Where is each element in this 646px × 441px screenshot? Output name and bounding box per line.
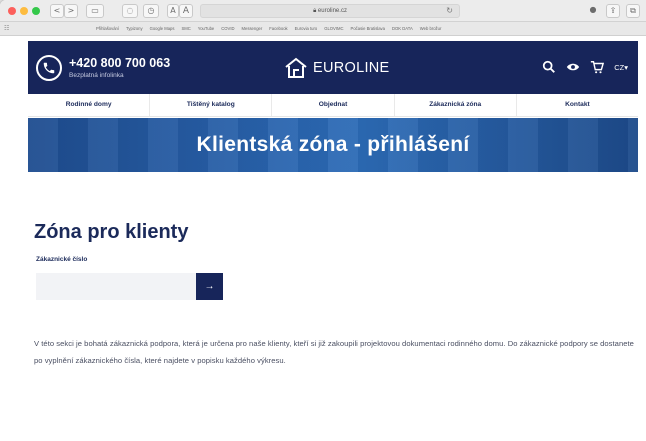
main-nav: Rodinné domy Tištěný katalog Objednat Zá…	[28, 94, 638, 117]
nav-item-objednat[interactable]: Objednat	[272, 94, 395, 116]
zoom-window-button[interactable]	[32, 7, 40, 15]
grid-icon[interactable]: ☷	[4, 25, 9, 32]
bookmark-item[interactable]: Web brožur	[420, 26, 442, 31]
nav-item-kontakt[interactable]: Kontakt	[517, 94, 638, 116]
bookmark-item[interactable]: COVID	[221, 26, 234, 31]
close-window-button[interactable]	[8, 7, 16, 15]
arrow-right-icon: →	[204, 281, 215, 292]
bookmark-item[interactable]: Typizony	[126, 26, 143, 31]
language-selector[interactable]: CZ▾	[614, 63, 628, 72]
forward-button[interactable]: >	[64, 4, 78, 18]
description-text: V této sekci je bohatá zákaznická podpor…	[34, 339, 634, 365]
eye-icon[interactable]	[566, 60, 580, 74]
page-viewport: +420 800 700 063 Bezplatná infolinka EUR…	[28, 41, 638, 441]
reload-icon[interactable]: ↻	[446, 5, 453, 17]
tabs-icon[interactable]: ⧉	[626, 4, 640, 18]
nav-item-zakaznicka-zona[interactable]: Zákaznická zóna	[395, 94, 517, 116]
sidebar-toggle-icon[interactable]: ▭	[86, 4, 104, 18]
bookmarks-bar: ☷ Přihlašování Typizony Google Maps SMC …	[0, 22, 646, 36]
submit-button[interactable]: →	[196, 273, 223, 300]
cart-icon[interactable]	[590, 60, 605, 74]
text-smaller-button[interactable]: A	[167, 4, 179, 18]
address-bar[interactable]: 🔒︎ euroline.cz ↻	[200, 4, 460, 18]
page-banner: Klientská zóna - přihlášení	[28, 118, 638, 172]
header-actions: CZ▾	[542, 60, 628, 74]
phone-number[interactable]: +420 800 700 063	[69, 56, 170, 70]
bookmark-item[interactable]: Počasie Bratislava	[351, 26, 385, 31]
bookmark-item[interactable]: Facebook	[269, 26, 287, 31]
bookmark-item[interactable]: GLOVIMC	[324, 26, 343, 31]
url-text: euroline.cz	[317, 8, 347, 14]
downloads-icon[interactable]: ●	[586, 4, 600, 18]
house-logo-icon	[285, 57, 307, 78]
phone-icon[interactable]	[36, 55, 62, 81]
customer-number-label: Zákaznické číslo	[36, 256, 88, 263]
bookmark-item[interactable]: Google Maps	[150, 26, 175, 31]
shield-icon[interactable]: ◌	[122, 4, 138, 18]
share-icon[interactable]: ⇪	[606, 4, 620, 18]
text-larger-button[interactable]: A	[179, 4, 193, 18]
site-logo[interactable]: EUROLINE	[284, 54, 390, 82]
customer-number-input[interactable]	[36, 273, 196, 300]
minimize-window-button[interactable]	[20, 7, 28, 15]
bookmark-item[interactable]: Messenger	[242, 26, 263, 31]
page-title: Zóna pro klienty	[34, 221, 189, 243]
nav-item-katalog[interactable]: Tištěný katalog	[150, 94, 273, 116]
bookmark-item[interactable]: YouTube	[198, 26, 214, 31]
phone-subtitle: Bezplatná infolinka	[69, 72, 124, 79]
nav-item-rodinne-domy[interactable]: Rodinné domy	[28, 94, 151, 116]
history-icon[interactable]: ◷	[143, 4, 159, 18]
bookmark-item[interactable]: Přihlašování	[96, 26, 119, 31]
bookmark-item[interactable]: SMC	[181, 26, 190, 31]
bookmark-item[interactable]: DOK DATA	[392, 26, 413, 31]
browser-window: < > ▭ ◌ ◷ A A 🔒︎ euroline.cz ↻ ● ⇪ ⧉ ☷ P…	[0, 0, 646, 441]
logo-text: EUROLINE	[313, 60, 390, 76]
back-button[interactable]: <	[50, 4, 64, 18]
banner-title: Klientská zóna - přihlášení	[196, 133, 470, 156]
search-icon[interactable]	[542, 60, 556, 74]
browser-toolbar: < > ▭ ◌ ◷ A A 🔒︎ euroline.cz ↻ ● ⇪ ⧉	[0, 0, 646, 22]
site-header: +420 800 700 063 Bezplatná infolinka EUR…	[28, 41, 638, 94]
bookmark-item[interactable]: Eurovia turo	[295, 26, 318, 31]
